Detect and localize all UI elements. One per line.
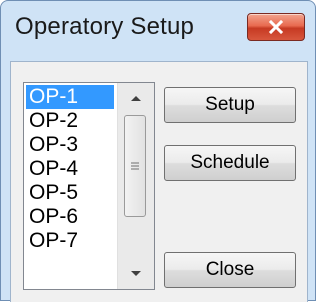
operatory-setup-window: Operatory Setup OP-1 OP-2 OP-3 OP-4 OP-5… (0, 0, 316, 302)
list-scrollbar[interactable] (117, 83, 154, 289)
title-bar[interactable]: Operatory Setup (1, 1, 315, 63)
list-item-op-3[interactable]: OP-3 (26, 133, 114, 157)
window-title: Operatory Setup (15, 13, 195, 40)
list-item-op-1[interactable]: OP-1 (26, 85, 114, 109)
schedule-button[interactable]: Schedule (164, 145, 296, 181)
operatory-list[interactable]: OP-1 OP-2 OP-3 OP-4 OP-5 OP-6 OP-7 (26, 85, 114, 287)
scroll-up-button[interactable] (118, 83, 154, 113)
close-button[interactable]: Close (164, 252, 296, 288)
scroll-thumb[interactable] (124, 115, 146, 217)
list-item-op-6[interactable]: OP-6 (26, 205, 114, 229)
window-close-button[interactable] (247, 13, 305, 41)
scroll-down-arrow-icon (131, 271, 141, 276)
scroll-down-button[interactable] (118, 259, 154, 289)
list-item-op-4[interactable]: OP-4 (26, 157, 114, 181)
grip-icon (131, 162, 139, 170)
list-item-op-5[interactable]: OP-5 (26, 181, 114, 205)
close-icon (268, 20, 284, 34)
dialog-client-area: OP-1 OP-2 OP-3 OP-4 OP-5 OP-6 OP-7 Setup… (10, 61, 308, 302)
setup-button[interactable]: Setup (164, 87, 296, 123)
list-item-op-7[interactable]: OP-7 (26, 229, 114, 253)
list-item-op-2[interactable]: OP-2 (26, 109, 114, 133)
scroll-up-arrow-icon (131, 96, 141, 101)
operatory-listbox[interactable]: OP-1 OP-2 OP-3 OP-4 OP-5 OP-6 OP-7 (23, 82, 155, 290)
